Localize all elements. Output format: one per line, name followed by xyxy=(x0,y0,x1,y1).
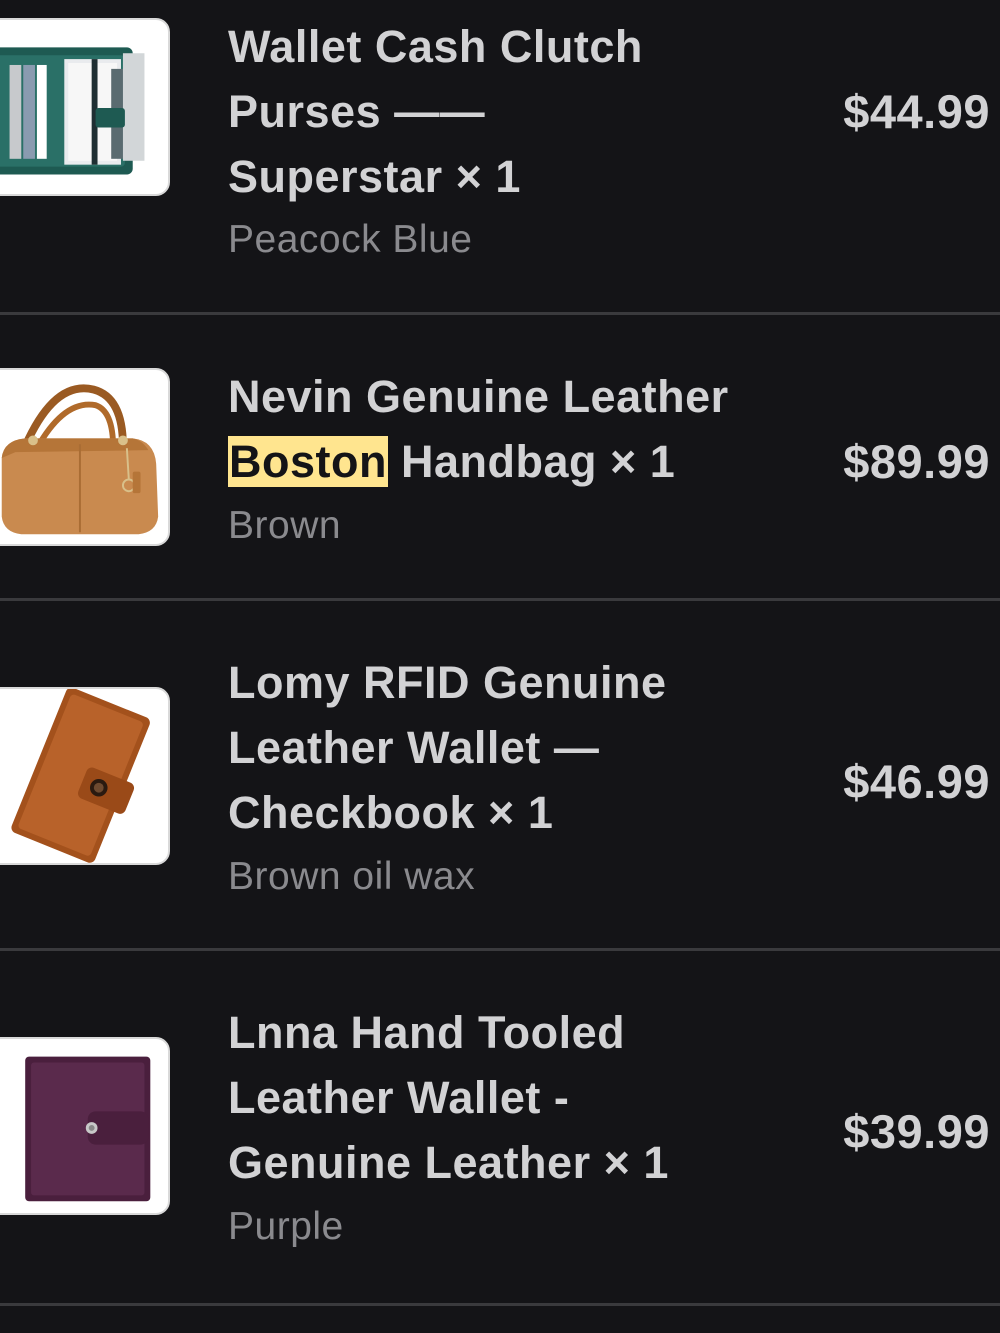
product-title-line: Checkbook × 1 xyxy=(228,787,554,838)
product-title-line: Leather Wallet — xyxy=(228,722,600,773)
product-title-line: Leather Wallet - xyxy=(228,1072,570,1123)
product-title[interactable]: Nevin Genuine Leather Boston Handbag × 1 xyxy=(228,364,788,494)
product-title-line: Lomy RFID Genuine xyxy=(228,657,667,708)
product-title-rest: Handbag × 1 xyxy=(387,436,676,487)
product-title-line: Superstar × 1 xyxy=(228,151,521,202)
product-title-line: Genuine Leather × 1 xyxy=(228,1137,669,1188)
product-title-line: Wallet Cash Clutch xyxy=(228,21,643,72)
product-variant: Brown oil wax xyxy=(228,855,476,898)
product-thumbnail[interactable] xyxy=(0,1037,170,1215)
product-title-line: Purses —— xyxy=(228,86,486,137)
product-title[interactable]: Wallet Cash Clutch Purses —— Superstar ×… xyxy=(228,14,788,209)
product-thumbnail[interactable] xyxy=(0,368,170,546)
product-title-line: Lnna Hand Tooled xyxy=(228,1007,626,1058)
product-price: $89.99 xyxy=(843,435,990,488)
order-item[interactable]: Nevin Genuine Leather Boston Handbag × 1… xyxy=(0,315,1000,599)
product-price: $39.99 xyxy=(843,1105,990,1158)
product-variant: Peacock Blue xyxy=(228,218,473,261)
product-title[interactable]: Lnna Hand Tooled Leather Wallet - Genuin… xyxy=(228,1000,788,1195)
product-title-line: Nevin Genuine Leather xyxy=(228,371,729,422)
brown-handbag-icon xyxy=(1,384,159,535)
product-title-line-2: Boston Handbag × 1 xyxy=(228,429,788,494)
product-price: $44.99 xyxy=(843,85,990,138)
product-thumbnail[interactable] xyxy=(0,687,170,865)
product-price: $46.99 xyxy=(843,755,990,808)
purple-wallet-icon xyxy=(25,1056,151,1202)
brown-checkbook-wallet-icon xyxy=(11,689,150,863)
green-wallet-icon xyxy=(0,47,145,175)
product-thumbnail[interactable] xyxy=(0,18,170,196)
order-item[interactable]: Wallet Cash Clutch Purses —— Superstar ×… xyxy=(0,0,1000,314)
product-variant: Purple xyxy=(228,1205,344,1248)
product-variant: Brown xyxy=(228,504,342,547)
search-highlight: Boston xyxy=(228,436,388,487)
product-title[interactable]: Lomy RFID Genuine Leather Wallet — Check… xyxy=(228,650,788,845)
divider xyxy=(0,1303,1000,1306)
order-item[interactable]: Lnna Hand Tooled Leather Wallet - Genuin… xyxy=(0,951,1000,1303)
order-item[interactable]: Lomy RFID Genuine Leather Wallet — Check… xyxy=(0,601,1000,948)
